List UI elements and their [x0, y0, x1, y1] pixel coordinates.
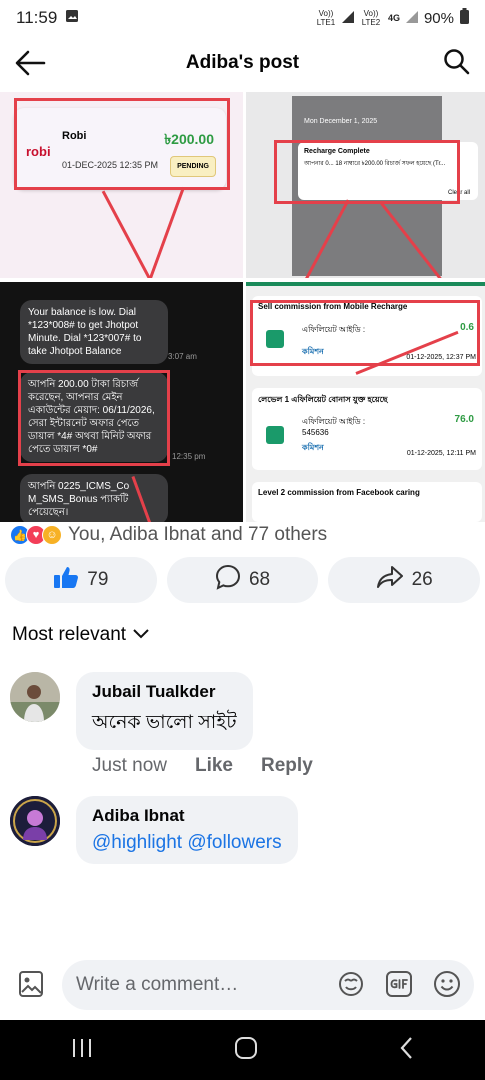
phone-date: Mon December 1, 2025	[304, 118, 378, 125]
c2-sub: কমিশন	[302, 443, 324, 452]
status-icons: Vo)) LTE1 Vo)) LTE2 4G 90%	[316, 8, 469, 28]
image-sms-thread[interactable]: Your balance is low. Dial *123*008# to g…	[0, 282, 243, 522]
signal-icon	[405, 10, 418, 27]
avatar-sticker-icon[interactable]	[337, 970, 365, 1003]
search-icon[interactable]	[443, 48, 471, 76]
sort-label: Most relevant	[12, 624, 127, 645]
share-count: 26	[411, 569, 433, 590]
c2-value: 76.0	[454, 414, 474, 425]
post-header: Adiba's post	[0, 36, 485, 90]
thumbs-up-icon	[53, 565, 79, 595]
page-title: Adiba's post	[185, 52, 300, 73]
comment-icon	[215, 564, 241, 596]
avatar[interactable]	[10, 672, 60, 722]
comment-author[interactable]: Adiba Ibnat	[92, 806, 282, 826]
like-count: 79	[87, 569, 109, 590]
sms-time-1: 3:07 am	[168, 352, 197, 361]
c2-id: 545636	[302, 428, 329, 437]
back-arrow-icon[interactable]	[14, 48, 46, 78]
system-nav-bar	[0, 1020, 485, 1080]
c2-date: 01-12-2025, 12:11 PM	[406, 450, 476, 457]
comment-bubble[interactable]: Jubail Tualkder অনেক ভালো সাইট	[76, 672, 253, 750]
commission-card-3: Level 2 commission from Facebook caring	[252, 482, 482, 522]
comment-text: @highlight @followers	[92, 832, 282, 854]
net2-label: Vo)) LTE2	[361, 9, 381, 27]
chevron-down-icon	[132, 624, 150, 646]
image-phone-notification[interactable]: Mon December 1, 2025 Recharge Complete আ…	[246, 92, 485, 278]
net-type: 4G	[387, 13, 400, 23]
highlight-box	[14, 98, 230, 190]
sms-time-2: 12:35 pm	[172, 452, 206, 461]
comment-author[interactable]: Jubail Tualkder	[92, 682, 237, 702]
comment-item: Adiba Ibnat @highlight @followers	[10, 796, 298, 864]
highlight-box	[18, 370, 170, 466]
comment-sort-dropdown[interactable]: Most relevant	[12, 624, 150, 646]
comment-placeholder: Write a comment…	[76, 974, 239, 995]
emoji-icon[interactable]	[433, 970, 461, 1003]
comment-reply-button[interactable]: Reply	[261, 755, 313, 777]
post-image-grid[interactable]: robi Robi 01-DEC-2025 12:35 PM ৳200.00 P…	[0, 92, 485, 522]
top-bar	[246, 282, 485, 286]
comment-like-button[interactable]: Like	[195, 755, 233, 777]
image-commission-list[interactable]: Sell commission from Mobile Recharge এফি…	[246, 282, 485, 522]
comment-item: Jubail Tualkder অনেক ভালো সাইট	[10, 672, 253, 750]
highlight-box	[250, 300, 480, 366]
share-button[interactable]: 26	[328, 557, 481, 603]
comment-button[interactable]: 68	[166, 557, 319, 603]
status-bar: 11:59 Vo)) LTE1 Vo)) LTE2 4G 90%	[0, 0, 485, 36]
c2-title: লেভেল 1 এফিলিয়েট বোনাস যুক্ত হয়েছে	[258, 395, 388, 404]
signal-icon	[341, 10, 354, 27]
highlight-box	[274, 140, 460, 204]
image-robi-recharge[interactable]: robi Robi 01-DEC-2025 12:35 PM ৳200.00 P…	[0, 92, 243, 278]
comment-text: অনেক ভালো সাইট	[92, 712, 237, 733]
gallery-icon	[65, 8, 79, 28]
like-button[interactable]: 79	[5, 557, 157, 603]
battery-icon	[460, 8, 469, 28]
composer-icons	[337, 970, 461, 1003]
home-icon[interactable]	[234, 1036, 258, 1065]
status-time: 11:59	[16, 8, 58, 27]
comment-bubble[interactable]: Adiba Ibnat @highlight @followers	[76, 796, 298, 864]
commission-card-2: লেভেল 1 এফিলিয়েট বোনাস যুক্ত হয়েছে এফি…	[252, 388, 482, 470]
back-nav-icon[interactable]	[399, 1036, 415, 1065]
share-icon	[376, 565, 404, 595]
photo-icon[interactable]	[18, 970, 44, 998]
sms-bubble-1: Your balance is low. Dial *123*008# to g…	[20, 300, 168, 364]
net1-label: Vo)) LTE1	[316, 9, 336, 27]
avatar[interactable]	[10, 796, 60, 846]
comment-composer: Write a comment…	[0, 956, 485, 1014]
recent-apps-icon[interactable]	[70, 1037, 94, 1064]
comment-time: Just now	[92, 755, 167, 776]
highlight-arrow	[101, 190, 152, 278]
comment-count: 68	[248, 569, 271, 590]
care-reaction-icon: ☺	[42, 525, 62, 545]
gif-icon[interactable]	[385, 970, 413, 1003]
highlight-arrow	[148, 186, 185, 278]
post-actions: 79 68 26	[5, 557, 481, 603]
comment-meta: Just now Like Reply	[92, 755, 313, 777]
reaction-text: You, Adiba Ibnat and 77 others	[68, 524, 328, 545]
wallet-icon	[266, 426, 284, 444]
battery-text: 90%	[423, 9, 454, 27]
mention-tag[interactable]: @followers	[187, 832, 281, 853]
c3-title: Level 2 commission from Facebook caring	[258, 488, 420, 497]
reaction-summary[interactable]: 👍 ♥ ☺ You, Adiba Ibnat and 77 others	[10, 524, 327, 546]
mention-tag[interactable]: @highlight	[92, 832, 182, 853]
